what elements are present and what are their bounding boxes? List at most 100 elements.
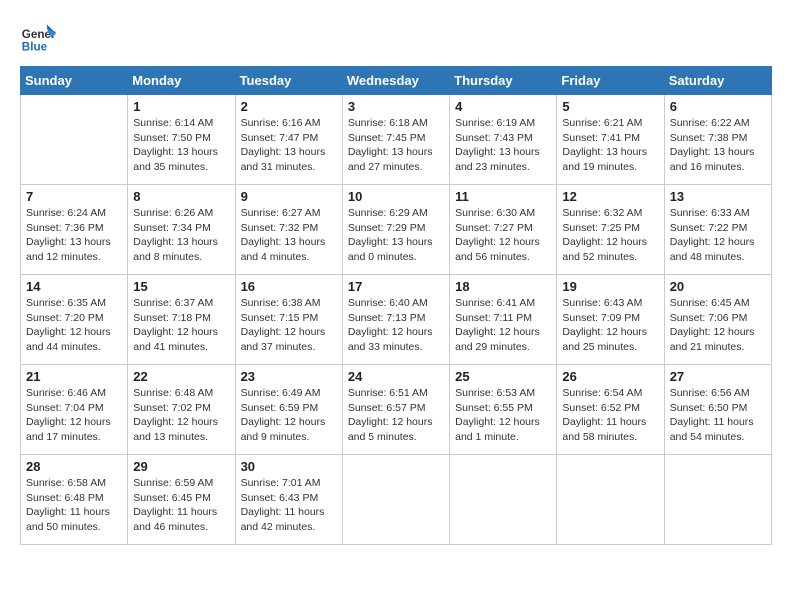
week-row-5: 28 Sunrise: 6:58 AMSunset: 6:48 PMDayligh… [21, 455, 772, 545]
cell-date: 16 [241, 279, 337, 294]
day-header-sunday: Sunday [21, 67, 128, 95]
cell-date: 9 [241, 189, 337, 204]
cell-info: Sunrise: 6:29 AMSunset: 7:29 PMDaylight:… [348, 206, 444, 265]
calendar-cell [450, 455, 557, 545]
general-blue-icon: General Blue [20, 20, 56, 56]
cell-date: 3 [348, 99, 444, 114]
day-header-saturday: Saturday [664, 67, 771, 95]
cell-date: 18 [455, 279, 551, 294]
cell-info: Sunrise: 6:54 AMSunset: 6:52 PMDaylight:… [562, 386, 658, 445]
calendar-cell: 20 Sunrise: 6:45 AMSunset: 7:06 PMDayligh… [664, 275, 771, 365]
day-header-monday: Monday [128, 67, 235, 95]
cell-info: Sunrise: 6:18 AMSunset: 7:45 PMDaylight:… [348, 116, 444, 175]
cell-date: 27 [670, 369, 766, 384]
cell-info: Sunrise: 6:48 AMSunset: 7:02 PMDaylight:… [133, 386, 229, 445]
cell-date: 5 [562, 99, 658, 114]
cell-info: Sunrise: 6:40 AMSunset: 7:13 PMDaylight:… [348, 296, 444, 355]
calendar-cell: 25 Sunrise: 6:53 AMSunset: 6:55 PMDayligh… [450, 365, 557, 455]
cell-info: Sunrise: 6:24 AMSunset: 7:36 PMDaylight:… [26, 206, 122, 265]
cell-date: 11 [455, 189, 551, 204]
calendar-cell: 27 Sunrise: 6:56 AMSunset: 6:50 PMDayligh… [664, 365, 771, 455]
cell-info: Sunrise: 6:30 AMSunset: 7:27 PMDaylight:… [455, 206, 551, 265]
cell-info: Sunrise: 6:53 AMSunset: 6:55 PMDaylight:… [455, 386, 551, 445]
calendar-cell: 22 Sunrise: 6:48 AMSunset: 7:02 PMDayligh… [128, 365, 235, 455]
calendar-cell: 1Sunrise: 6:14 AMSunset: 7:50 PMDaylight… [128, 95, 235, 185]
calendar-cell: 24 Sunrise: 6:51 AMSunset: 6:57 PMDayligh… [342, 365, 449, 455]
calendar-cell: 19 Sunrise: 6:43 AMSunset: 7:09 PMDayligh… [557, 275, 664, 365]
cell-info: Sunrise: 7:01 AMSunset: 6:43 PMDaylight:… [241, 476, 337, 535]
calendar-cell: 28 Sunrise: 6:58 AMSunset: 6:48 PMDayligh… [21, 455, 128, 545]
cell-date: 29 [133, 459, 229, 474]
cell-info: Sunrise: 6:45 AMSunset: 7:06 PMDaylight:… [670, 296, 766, 355]
calendar: SundayMondayTuesdayWednesdayThursdayFrid… [20, 66, 772, 545]
cell-info: Sunrise: 6:22 AMSunset: 7:38 PMDaylight:… [670, 116, 766, 175]
day-header-friday: Friday [557, 67, 664, 95]
cell-info: Sunrise: 6:32 AMSunset: 7:25 PMDaylight:… [562, 206, 658, 265]
day-header-thursday: Thursday [450, 67, 557, 95]
cell-info: Sunrise: 6:19 AMSunset: 7:43 PMDaylight:… [455, 116, 551, 175]
cell-date: 15 [133, 279, 229, 294]
calendar-cell: 26 Sunrise: 6:54 AMSunset: 6:52 PMDayligh… [557, 365, 664, 455]
cell-info: Sunrise: 6:38 AMSunset: 7:15 PMDaylight:… [241, 296, 337, 355]
week-row-2: 7Sunrise: 6:24 AMSunset: 7:36 PMDaylight… [21, 185, 772, 275]
cell-info: Sunrise: 6:16 AMSunset: 7:47 PMDaylight:… [241, 116, 337, 175]
cell-date: 28 [26, 459, 122, 474]
calendar-cell: 4 Sunrise: 6:19 AMSunset: 7:43 PMDaylight… [450, 95, 557, 185]
cell-date: 30 [241, 459, 337, 474]
calendar-cell: 14 Sunrise: 6:35 AMSunset: 7:20 PMDayligh… [21, 275, 128, 365]
cell-date: 24 [348, 369, 444, 384]
day-header-wednesday: Wednesday [342, 67, 449, 95]
cell-date: 19 [562, 279, 658, 294]
cell-info: Sunrise: 6:37 AMSunset: 7:18 PMDaylight:… [133, 296, 229, 355]
calendar-cell [21, 95, 128, 185]
calendar-cell: 16 Sunrise: 6:38 AMSunset: 7:15 PMDayligh… [235, 275, 342, 365]
cell-date: 22 [133, 369, 229, 384]
cell-info: Sunrise: 6:41 AMSunset: 7:11 PMDaylight:… [455, 296, 551, 355]
cell-info: Sunrise: 6:56 AMSunset: 6:50 PMDaylight:… [670, 386, 766, 445]
calendar-cell: 2 Sunrise: 6:16 AMSunset: 7:47 PMDaylight… [235, 95, 342, 185]
cell-info: Sunrise: 6:51 AMSunset: 6:57 PMDaylight:… [348, 386, 444, 445]
logo: General Blue [20, 20, 60, 56]
week-row-3: 14 Sunrise: 6:35 AMSunset: 7:20 PMDayligh… [21, 275, 772, 365]
cell-info: Sunrise: 6:35 AMSunset: 7:20 PMDaylight:… [26, 296, 122, 355]
cell-info: Sunrise: 6:43 AMSunset: 7:09 PMDaylight:… [562, 296, 658, 355]
calendar-cell: 21 Sunrise: 6:46 AMSunset: 7:04 PMDayligh… [21, 365, 128, 455]
calendar-cell: 15 Sunrise: 6:37 AMSunset: 7:18 PMDayligh… [128, 275, 235, 365]
cell-date: 21 [26, 369, 122, 384]
day-header-tuesday: Tuesday [235, 67, 342, 95]
week-row-1: 1Sunrise: 6:14 AMSunset: 7:50 PMDaylight… [21, 95, 772, 185]
calendar-cell: 11 Sunrise: 6:30 AMSunset: 7:27 PMDayligh… [450, 185, 557, 275]
cell-info: Sunrise: 6:14 AMSunset: 7:50 PMDaylight:… [133, 116, 229, 175]
cell-date: 8 [133, 189, 229, 204]
cell-date: 13 [670, 189, 766, 204]
cell-date: 2 [241, 99, 337, 114]
cell-date: 20 [670, 279, 766, 294]
header: General Blue [20, 20, 772, 56]
calendar-cell: 12 Sunrise: 6:32 AMSunset: 7:25 PMDayligh… [557, 185, 664, 275]
cell-date: 12 [562, 189, 658, 204]
calendar-cell: 5 Sunrise: 6:21 AMSunset: 7:41 PMDaylight… [557, 95, 664, 185]
week-row-4: 21 Sunrise: 6:46 AMSunset: 7:04 PMDayligh… [21, 365, 772, 455]
cell-info: Sunrise: 6:46 AMSunset: 7:04 PMDaylight:… [26, 386, 122, 445]
cell-date: 25 [455, 369, 551, 384]
cell-date: 23 [241, 369, 337, 384]
calendar-body: 1Sunrise: 6:14 AMSunset: 7:50 PMDaylight… [21, 95, 772, 545]
cell-date: 26 [562, 369, 658, 384]
svg-text:Blue: Blue [22, 41, 48, 54]
cell-info: Sunrise: 6:27 AMSunset: 7:32 PMDaylight:… [241, 206, 337, 265]
cell-info: Sunrise: 6:26 AMSunset: 7:34 PMDaylight:… [133, 206, 229, 265]
calendar-cell: 8 Sunrise: 6:26 AMSunset: 7:34 PMDaylight… [128, 185, 235, 275]
calendar-cell [664, 455, 771, 545]
calendar-cell: 3 Sunrise: 6:18 AMSunset: 7:45 PMDaylight… [342, 95, 449, 185]
calendar-header: SundayMondayTuesdayWednesdayThursdayFrid… [21, 67, 772, 95]
calendar-cell: 23Sunrise: 6:49 AMSunset: 6:59 PMDayligh… [235, 365, 342, 455]
calendar-cell: 29Sunrise: 6:59 AMSunset: 6:45 PMDayligh… [128, 455, 235, 545]
cell-date: 10 [348, 189, 444, 204]
calendar-cell: 13Sunrise: 6:33 AMSunset: 7:22 PMDayligh… [664, 185, 771, 275]
calendar-cell [557, 455, 664, 545]
cell-info: Sunrise: 6:58 AMSunset: 6:48 PMDaylight:… [26, 476, 122, 535]
cell-date: 4 [455, 99, 551, 114]
calendar-cell: 30 Sunrise: 7:01 AMSunset: 6:43 PMDayligh… [235, 455, 342, 545]
cell-info: Sunrise: 6:21 AMSunset: 7:41 PMDaylight:… [562, 116, 658, 175]
cell-date: 14 [26, 279, 122, 294]
